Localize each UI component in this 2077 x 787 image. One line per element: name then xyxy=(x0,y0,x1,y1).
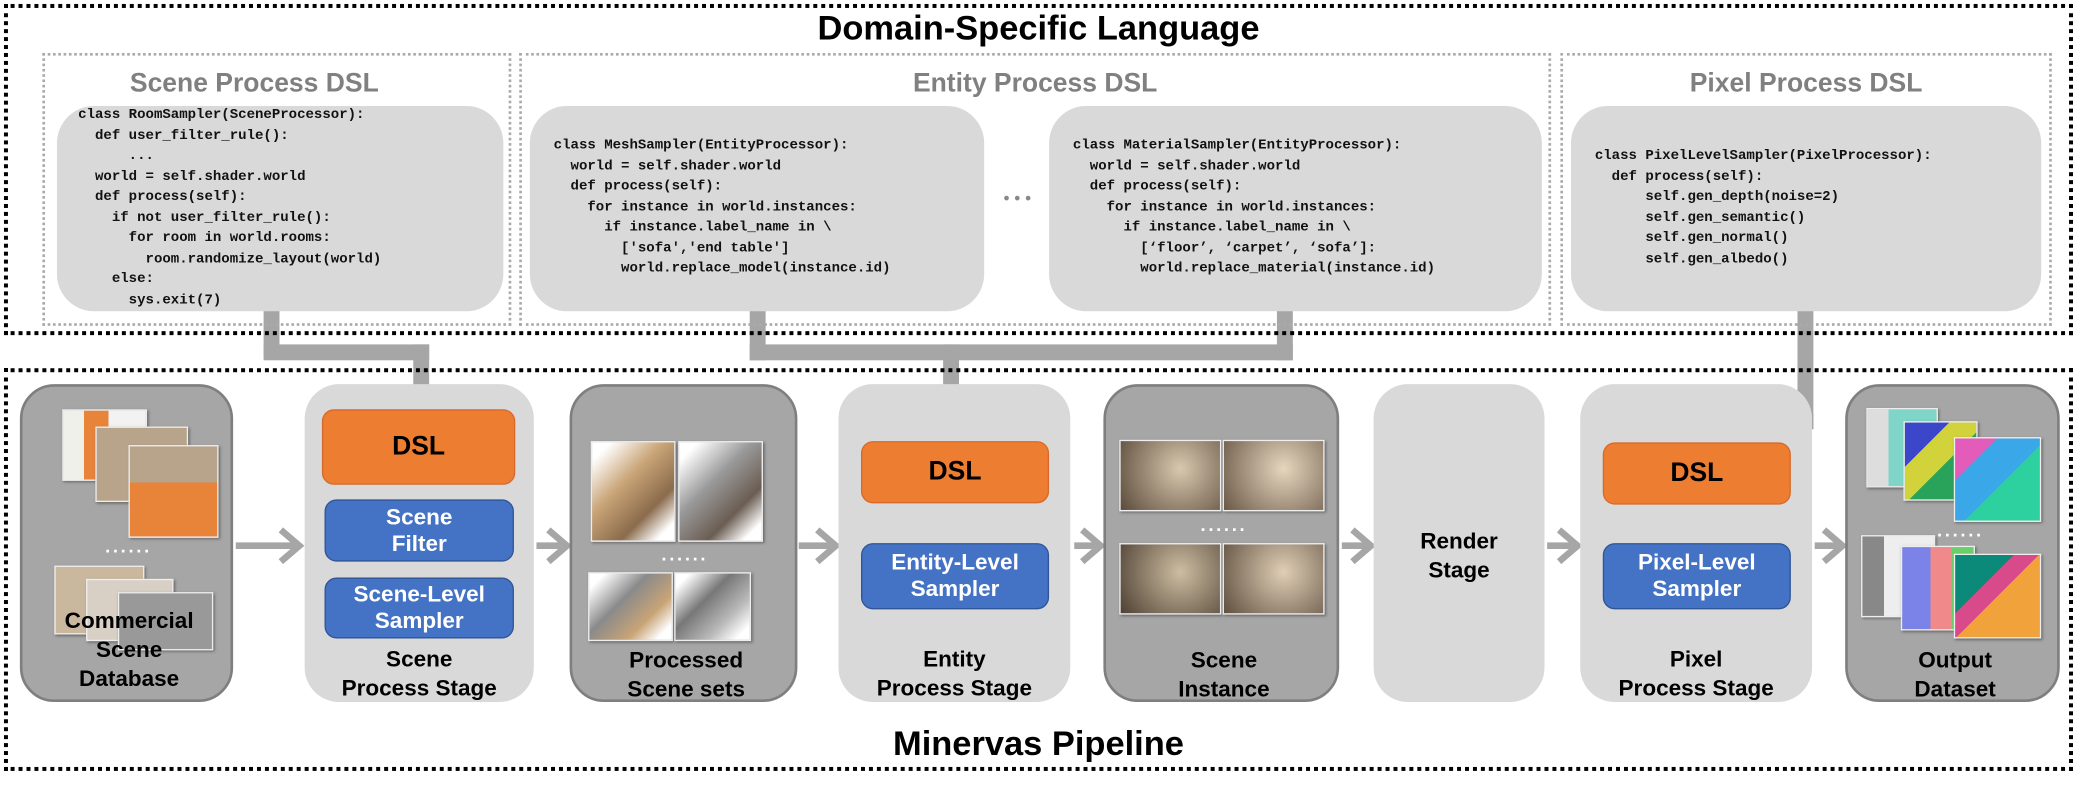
output-image-thumbnail xyxy=(1953,553,2042,639)
commercial-scene-database-card: ...... Commercial Scene Database xyxy=(19,384,234,703)
scene-instance-thumbnail xyxy=(1222,439,1325,512)
more-indicator: ...... xyxy=(661,543,709,565)
scene-instance-card: ...... Scene Instance xyxy=(1103,384,1340,703)
entity-dsl-block: DSL xyxy=(860,441,1050,504)
stage-label: Entity Process Stage xyxy=(876,646,1032,701)
output-image-thumbnail xyxy=(1953,437,2042,522)
connector-scene xyxy=(263,344,430,361)
more-indicator: ...... xyxy=(105,535,152,557)
scene-level-sampler-module: Scene-Level Sampler xyxy=(324,577,514,639)
more-indicator: ...... xyxy=(1200,513,1248,536)
pixel-dsl-code: class PixelLevelSampler(PixelProcessor):… xyxy=(1570,105,2042,312)
pixel-dsl-block: DSL xyxy=(1602,442,1791,505)
stage-label: Render Stage xyxy=(1420,528,1498,583)
scene-dsl-code: class RoomSampler(SceneProcessor): def u… xyxy=(56,105,504,312)
pixel-level-sampler-module: Pixel-Level Sampler xyxy=(1602,543,1791,610)
entity-level-sampler-module: Entity-Level Sampler xyxy=(860,543,1050,610)
output-dataset-card: ...... Output Dataset xyxy=(1845,384,2060,703)
mesh-sampler-code: class MeshSampler(EntityProcessor): worl… xyxy=(529,105,985,312)
scene-instance-thumbnail xyxy=(1119,543,1222,615)
pixel-dsl-title: Pixel Process DSL xyxy=(1689,68,1923,99)
scene-instance-thumbnail xyxy=(1222,543,1325,615)
entity-dsl-title: Entity Process DSL xyxy=(912,68,1158,99)
stage-label: Commercial Scene Database xyxy=(64,607,194,692)
scene-dsl-block: DSL xyxy=(321,409,516,485)
scene-render-thumbnail xyxy=(588,572,673,642)
scene-dsl-title: Scene Process DSL xyxy=(129,68,379,99)
dsl-section-title: Domain-Specific Language xyxy=(817,7,1260,48)
scene-render-thumbnail xyxy=(678,441,763,542)
scene-instance-thumbnail xyxy=(1119,439,1222,512)
pipeline-title: Minervas Pipeline xyxy=(893,723,1184,763)
processed-scene-sets-card: ...... Processed Scene sets xyxy=(569,384,798,703)
stage-label: Scene Instance xyxy=(1178,647,1270,703)
stage-label: Processed Scene sets xyxy=(627,647,745,703)
scene-render-thumbnail xyxy=(590,441,676,542)
connector-entity xyxy=(749,344,1293,361)
material-sampler-code: class MaterialSampler(EntityProcessor): … xyxy=(1049,105,1542,312)
stage-label: Pixel Process Stage xyxy=(1618,646,1774,701)
ellipsis-icon: • • • xyxy=(1003,188,1032,208)
scene-filter-module: Scene Filter xyxy=(324,499,514,562)
floorplan-thumbnail xyxy=(128,445,219,538)
scene-render-thumbnail xyxy=(674,572,752,642)
stage-label: Output Dataset xyxy=(1914,647,1996,703)
stage-label: Scene Process Stage xyxy=(341,646,497,701)
